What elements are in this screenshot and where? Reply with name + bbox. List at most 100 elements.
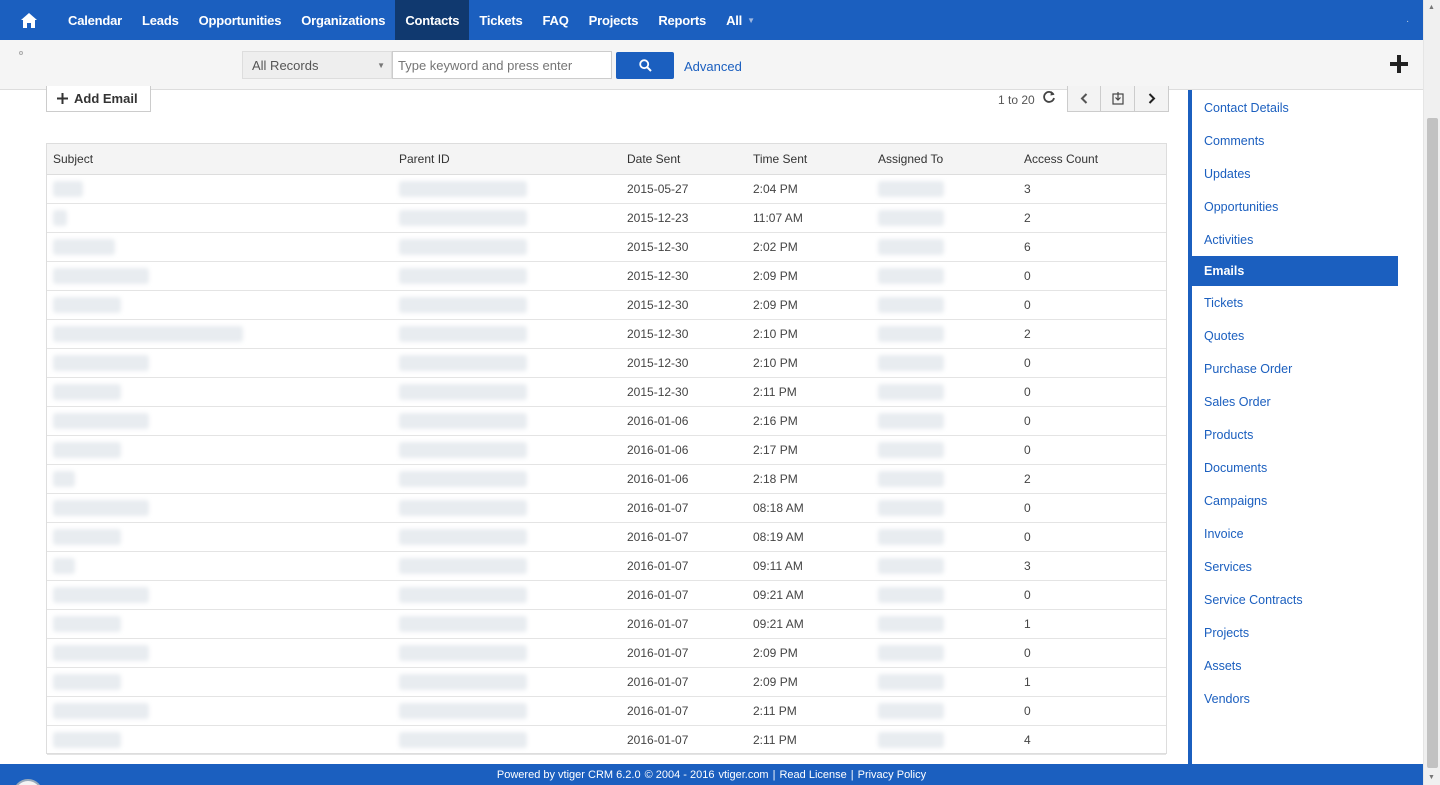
page-scrollbar[interactable]: ▲ ▼ — [1423, 0, 1440, 785]
table-row[interactable]: 2016-01-06 2:16 PM 0 — [47, 406, 1166, 436]
sidebar-item-services[interactable]: Services — [1192, 550, 1410, 583]
sidebar-item-activities[interactable]: Activities — [1192, 223, 1410, 256]
subject-cell[interactable] — [47, 435, 393, 465]
page-jump-button[interactable] — [1101, 86, 1135, 112]
subject-cell[interactable] — [47, 261, 393, 291]
sidebar-item-sales-order[interactable]: Sales Order — [1192, 385, 1410, 418]
subject-cell[interactable] — [47, 638, 393, 668]
records-filter-select[interactable]: All Records ▼ — [242, 51, 392, 79]
sidebar-item-vendors[interactable]: Vendors — [1192, 682, 1410, 715]
table-row[interactable]: 2015-12-23 11:07 AM 2 — [47, 203, 1166, 233]
parent-id-cell[interactable] — [393, 493, 621, 523]
table-row[interactable]: 2015-12-30 2:02 PM 6 — [47, 232, 1166, 262]
parent-id-cell[interactable] — [393, 522, 621, 552]
sidebar-item-updates[interactable]: Updates — [1192, 157, 1410, 190]
parent-id-cell[interactable] — [393, 551, 621, 581]
table-row[interactable]: 2015-12-30 2:09 PM 0 — [47, 261, 1166, 291]
parent-id-cell[interactable] — [393, 348, 621, 378]
parent-id-cell[interactable] — [393, 725, 621, 755]
subject-cell[interactable] — [47, 696, 393, 726]
nav-item-opportunities[interactable]: Opportunities — [189, 0, 292, 40]
nav-item-calendar[interactable]: Calendar — [58, 0, 132, 40]
column-header-assigned-to[interactable]: Assigned To — [872, 144, 1018, 175]
nav-item-leads[interactable]: Leads — [132, 0, 189, 40]
subject-cell[interactable] — [47, 290, 393, 320]
subject-cell[interactable] — [47, 348, 393, 378]
subject-cell[interactable] — [47, 203, 393, 233]
sidebar-item-purchase-order[interactable]: Purchase Order — [1192, 352, 1410, 385]
nav-item-contacts[interactable]: Contacts — [395, 0, 470, 40]
subject-cell[interactable] — [47, 406, 393, 436]
add-email-button[interactable]: Add Email — [46, 86, 151, 112]
column-header-time-sent[interactable]: Time Sent — [747, 144, 872, 175]
sidebar-item-products[interactable]: Products — [1192, 418, 1410, 451]
advanced-search-link[interactable]: Advanced — [684, 59, 742, 74]
parent-id-cell[interactable] — [393, 464, 621, 494]
sidebar-item-emails[interactable]: Emails — [1192, 256, 1398, 286]
table-row[interactable]: 2016-01-07 09:21 AM 1 — [47, 609, 1166, 639]
parent-id-cell[interactable] — [393, 203, 621, 233]
table-row[interactable]: 2015-05-27 2:04 PM 3 — [47, 174, 1166, 204]
table-row[interactable]: 2015-12-30 2:09 PM 0 — [47, 290, 1166, 320]
column-header-date-sent[interactable]: Date Sent — [621, 144, 747, 175]
parent-id-cell[interactable] — [393, 290, 621, 320]
sidebar-item-quotes[interactable]: Quotes — [1192, 319, 1410, 352]
subject-cell[interactable] — [47, 609, 393, 639]
subject-cell[interactable] — [47, 551, 393, 581]
search-button[interactable] — [616, 52, 674, 79]
sidebar-item-projects[interactable]: Projects — [1192, 616, 1410, 649]
parent-id-cell[interactable] — [393, 696, 621, 726]
sidebar-item-assets[interactable]: Assets — [1192, 649, 1410, 682]
subject-cell[interactable] — [47, 493, 393, 523]
sidebar-item-comments[interactable]: Comments — [1192, 124, 1410, 157]
parent-id-cell[interactable] — [393, 377, 621, 407]
parent-id-cell[interactable] — [393, 319, 621, 349]
next-page-button[interactable] — [1135, 86, 1169, 112]
parent-id-cell[interactable] — [393, 667, 621, 697]
nav-item-reports[interactable]: Reports — [648, 0, 716, 40]
sidebar-item-invoice[interactable]: Invoice — [1192, 517, 1410, 550]
sidebar-item-opportunities[interactable]: Opportunities — [1192, 190, 1410, 223]
search-input[interactable] — [392, 51, 612, 79]
nav-item-projects[interactable]: Projects — [579, 0, 649, 40]
parent-id-cell[interactable] — [393, 174, 621, 204]
nav-item-organizations[interactable]: Organizations — [291, 0, 395, 40]
table-row[interactable]: 2016-01-07 2:11 PM 0 — [47, 696, 1166, 726]
subject-cell[interactable] — [47, 522, 393, 552]
parent-id-cell[interactable] — [393, 406, 621, 436]
subject-cell[interactable] — [47, 464, 393, 494]
subject-cell[interactable] — [47, 319, 393, 349]
subject-cell[interactable] — [47, 174, 393, 204]
nav-item-all[interactable]: All ▼ — [716, 0, 765, 40]
table-row[interactable]: 2016-01-07 09:11 AM 3 — [47, 551, 1166, 581]
scroll-down-arrow-icon[interactable]: ▼ — [1428, 774, 1435, 781]
table-row[interactable]: 2016-01-07 2:09 PM 0 — [47, 638, 1166, 668]
parent-id-cell[interactable] — [393, 232, 621, 262]
table-row[interactable]: 2016-01-07 08:19 AM 0 — [47, 522, 1166, 552]
table-row[interactable]: 2016-01-06 2:18 PM 2 — [47, 464, 1166, 494]
parent-id-cell[interactable] — [393, 609, 621, 639]
parent-id-cell[interactable] — [393, 580, 621, 610]
table-row[interactable]: 2016-01-07 09:21 AM 0 — [47, 580, 1166, 610]
parent-id-cell[interactable] — [393, 261, 621, 291]
subject-cell[interactable] — [47, 580, 393, 610]
previous-page-button[interactable] — [1067, 86, 1101, 112]
table-row[interactable]: 2016-01-07 08:18 AM 0 — [47, 493, 1166, 523]
menu-toggle-icon[interactable] — [19, 51, 23, 55]
quick-create-plus-icon[interactable] — [1389, 54, 1409, 74]
scroll-up-arrow-icon[interactable]: ▲ — [1428, 4, 1435, 11]
footer-license-link[interactable]: Read License — [779, 769, 846, 781]
table-row[interactable]: 2015-12-30 2:10 PM 0 — [47, 348, 1166, 378]
parent-id-cell[interactable] — [393, 638, 621, 668]
home-icon[interactable] — [0, 0, 58, 40]
subject-cell[interactable] — [47, 232, 393, 262]
sidebar-item-service-contracts[interactable]: Service Contracts — [1192, 583, 1410, 616]
table-row[interactable]: 2016-01-07 2:11 PM 4 — [47, 725, 1166, 755]
column-header-access-count[interactable]: Access Count — [1018, 144, 1166, 175]
subject-cell[interactable] — [47, 377, 393, 407]
column-header-parent-id[interactable]: Parent ID — [393, 144, 621, 175]
table-row[interactable]: 2016-01-06 2:17 PM 0 — [47, 435, 1166, 465]
nav-item-faq[interactable]: FAQ — [533, 0, 579, 40]
column-header-subject[interactable]: Subject — [47, 144, 393, 175]
scrollbar-thumb[interactable] — [1427, 118, 1438, 768]
